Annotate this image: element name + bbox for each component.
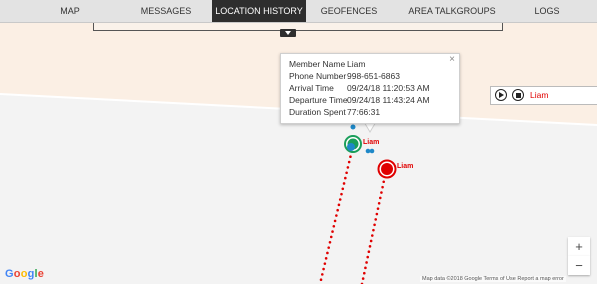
zoom-out-button[interactable]: −: [568, 256, 590, 275]
tab-geofences[interactable]: GEOFENCES: [306, 0, 392, 22]
zoom-in-button[interactable]: +: [568, 237, 590, 256]
tab-map[interactable]: MAP: [20, 0, 120, 22]
tab-area-talkgroups[interactable]: AREA TALKGROUPS: [392, 0, 512, 22]
tab-messages[interactable]: MESSAGES: [120, 0, 212, 22]
google-logo-letter: o: [20, 268, 28, 280]
popup-row-member-name: Member Name Liam: [289, 59, 437, 69]
duration-spent-value: 77:66:31: [347, 107, 381, 117]
collapse-toggle-button[interactable]: [280, 29, 296, 37]
arrival-time-label: Arrival Time: [289, 83, 334, 93]
top-navigation: MAP MESSAGES LOCATION HISTORY GEOFENCES …: [0, 0, 597, 23]
duration-spent-label: Duration Spent: [289, 107, 346, 117]
google-logo-letter: g: [27, 268, 35, 280]
marker-label-red: Liam: [397, 163, 414, 170]
google-logo-letter: G: [5, 268, 14, 280]
cluster-dot[interactable]: [350, 124, 356, 130]
marker-label-green: Liam: [363, 139, 380, 146]
popup-row-phone-number: Phone Number998-651-6863: [289, 71, 437, 81]
tab-logs[interactable]: LOGS: [512, 0, 582, 22]
map-attribution[interactable]: Map data ©2018 Google Terms of Use Repor…: [420, 276, 566, 282]
departure-time-value: 09/24/18 11:43:24 AM: [347, 95, 430, 105]
stop-icon[interactable]: [512, 89, 524, 101]
cluster-dot[interactable]: [369, 148, 375, 154]
close-icon[interactable]: ×: [449, 54, 455, 65]
cluster-dot[interactable]: [347, 143, 355, 151]
play-icon[interactable]: [495, 89, 507, 101]
member-name-value: Liam: [347, 59, 366, 69]
departure-time-label: Departure Time: [289, 95, 348, 105]
popup-row-duration-spent: Duration Spent77:66:31: [289, 107, 437, 117]
google-logo-letter: e: [37, 268, 45, 280]
tab-location-history[interactable]: LOCATION HISTORY: [212, 0, 306, 22]
google-logo[interactable]: Google: [5, 268, 44, 280]
cluster-dot[interactable]: [365, 148, 371, 154]
phone-number-value: 998-651-6863: [347, 71, 400, 81]
arrival-time-value: 09/24/18 11:20:53 AM: [347, 83, 430, 93]
phone-number-label: Phone Number: [289, 71, 347, 81]
popup-row-arrival-time: Arrival Time 09/24/18 11:20:53 AM: [289, 83, 437, 93]
member-marker-red-fill: [381, 163, 393, 175]
playback-control: Liam: [490, 86, 597, 105]
member-name-label: Member Name: [289, 59, 346, 69]
google-logo-letter: o: [13, 268, 21, 280]
popup-row-departure-time: Departure Time09/24/18 11:43:24 AM: [289, 95, 437, 105]
member-info-popup: × Member Name Liam Phone Number998-651-68…: [280, 53, 460, 124]
filter-panel: [93, 23, 503, 31]
playback-member-name: Liam: [530, 90, 549, 100]
